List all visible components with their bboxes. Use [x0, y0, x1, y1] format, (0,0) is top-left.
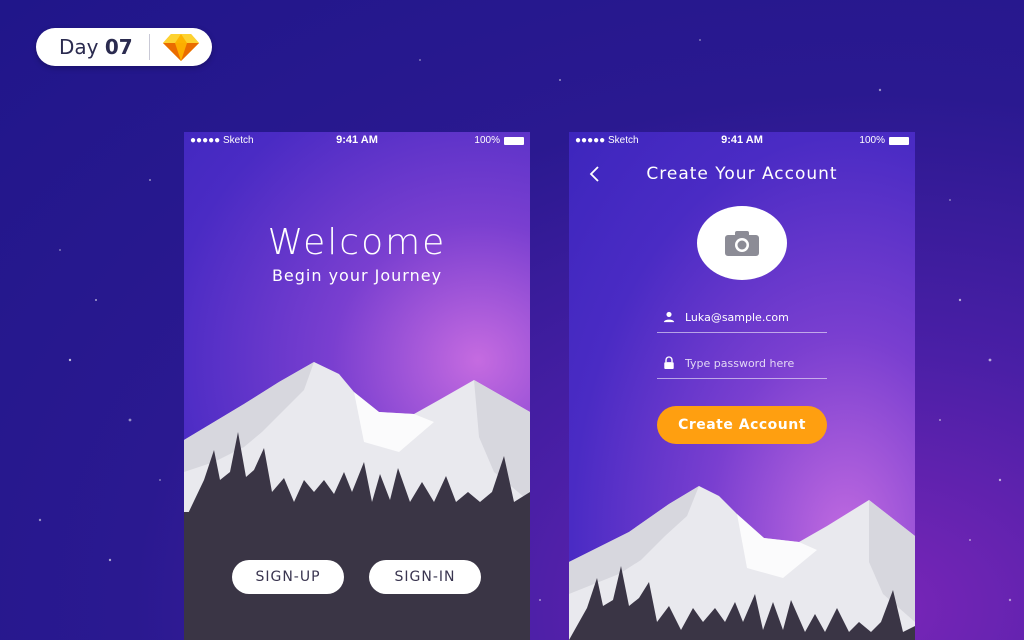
battery-status: 100% [859, 135, 909, 146]
page-title: Create Your Account [646, 164, 838, 184]
camera-icon [725, 231, 759, 256]
welcome-title: Welcome [267, 222, 447, 263]
battery-percent: 100% [859, 135, 885, 146]
avatar-upload[interactable] [697, 206, 787, 280]
password-input[interactable] [683, 355, 827, 371]
day-number: 07 [104, 35, 133, 59]
create-account-screen: ●●●●● Sketch 9:41 AM 100% Create Your Ac… [569, 132, 915, 640]
lock-icon [664, 356, 674, 369]
badge-divider [148, 34, 150, 60]
email-field[interactable] [657, 302, 827, 333]
mountain-illustration [184, 362, 530, 522]
status-bar: ●●●●● Sketch 9:41 AM 100% [569, 132, 915, 150]
welcome-subtitle: Begin your Journey [271, 266, 443, 285]
email-input[interactable] [683, 309, 827, 325]
battery-status: 100% [474, 135, 524, 146]
signin-button[interactable]: SIGN-IN [369, 560, 481, 594]
signup-button[interactable]: SIGN-UP [232, 560, 344, 594]
welcome-screen: ●●●●● Sketch 9:41 AM 100% Welcome Begin … [184, 132, 530, 640]
day-badge: Day 07 [36, 28, 212, 66]
mountain-illustration [569, 486, 915, 640]
status-bar: ●●●●● Sketch 9:41 AM 100% [184, 132, 530, 150]
sketch-diamond-icon [162, 34, 199, 61]
user-icon [663, 311, 675, 323]
day-prefix: Day [59, 35, 105, 59]
password-field[interactable] [657, 348, 827, 379]
day-label: Day 07 [59, 35, 133, 59]
battery-percent: 100% [474, 135, 500, 146]
create-account-button[interactable]: Create Account [657, 406, 827, 444]
battery-icon [889, 136, 909, 145]
battery-icon [504, 136, 524, 145]
